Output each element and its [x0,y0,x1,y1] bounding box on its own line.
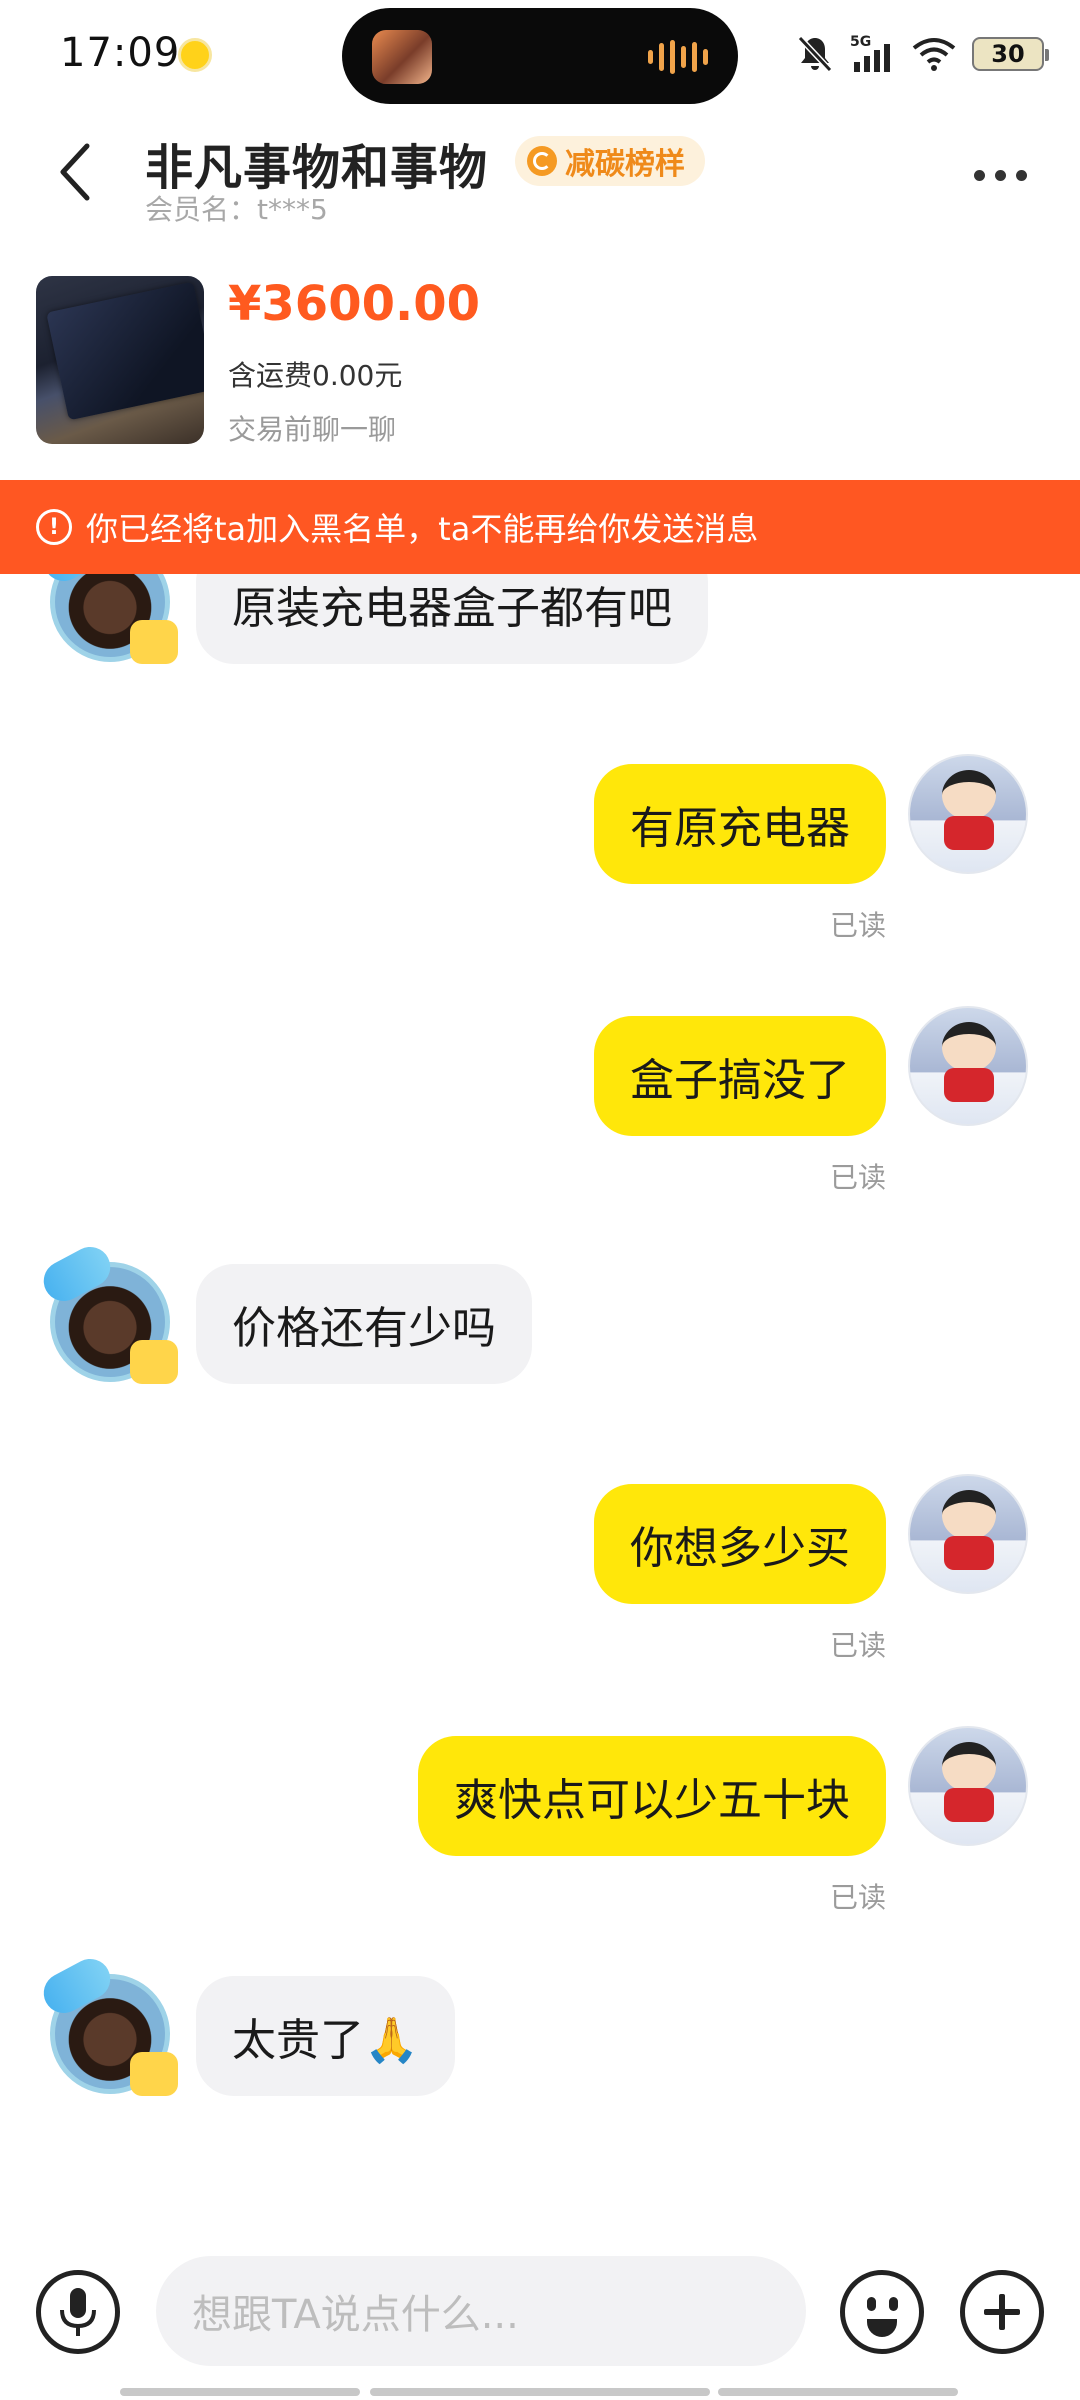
network-type: 5G [850,34,871,50]
product-price: ¥3600.00 [228,276,481,332]
member-name: 会员名：t***5 [145,193,328,226]
avatar[interactable] [36,1951,178,2102]
leaf-icon [527,146,557,176]
avatar-image [942,1022,996,1072]
avatar[interactable] [908,754,1028,874]
avatar[interactable] [908,1474,1028,1594]
avatar-image [942,1742,996,1792]
chevron-left-icon [60,143,90,201]
signal-icon: 5G [850,34,890,72]
microphone-icon [60,2288,96,2336]
avatar[interactable] [36,1239,178,1390]
dot-icon [1015,169,1027,181]
read-status: 已读 [829,1161,886,1194]
message-input[interactable]: 想跟TA说点什么... [156,2256,806,2366]
avatar-image [944,1788,994,1822]
read-status: 已读 [829,1629,886,1662]
voice-button[interactable] [36,2270,120,2354]
message-bubble[interactable]: 价格还有少吗 [196,1264,532,1384]
add-button[interactable] [960,2270,1044,2354]
product-image[interactable] [36,276,204,444]
avatar[interactable] [908,1726,1028,1846]
message-list[interactable]: 原装充电器盒子都有吧 有原充电器 已读 盒子搞没了 已读 价格还有少吗 你想多少… [0,574,1080,2224]
message-bubble[interactable]: 原装充电器盒子都有吧 [196,574,708,664]
read-status: 已读 [829,909,886,942]
avatar-frame-icon [130,2052,178,2096]
input-bar: 想跟TA说点什么... [0,2240,1080,2380]
avatar-frame-icon [130,620,178,664]
gesture-bar[interactable] [718,2388,958,2396]
product-card[interactable]: ¥3600.00 含运费0.00元 交易前聊一聊 [0,262,1080,462]
emoji-button[interactable] [840,2270,924,2354]
warning-icon: ! [36,509,72,545]
carbon-badge-label: 减碳榜样 [565,147,685,182]
emoji-icon [867,2297,876,2311]
gesture-bar[interactable] [370,2388,710,2396]
album-thumbnail [372,30,432,84]
gesture-bar[interactable] [120,2388,360,2396]
blacklist-banner: ! 你已经将ta加入黑名单，ta不能再给你发送消息 [0,480,1080,574]
dynamic-island[interactable] [342,8,738,104]
emoji-icon [889,2297,898,2311]
avatar-frame-icon [130,1340,178,1384]
product-shipping: 含运费0.00元 [228,359,403,392]
avatar-image [942,1490,996,1540]
avatar-image [944,1536,994,1570]
avatar-image [942,770,996,820]
avatar[interactable] [36,574,178,670]
status-time: 17:09 [60,30,181,76]
more-options-button[interactable] [960,150,1040,200]
wifi-icon [912,38,956,71]
message-bubble[interactable]: 盒子搞没了 [594,1016,886,1136]
mute-icon [797,35,833,73]
chat-header: 非凡事物和事物 减碳榜样 会员名：t***5 [0,110,1080,240]
emoji-icon [867,2319,897,2337]
message-bubble[interactable]: 你想多少买 [594,1484,886,1604]
message-bubble[interactable]: 爽快点可以少五十块 [418,1736,886,1856]
battery-icon: 30 [972,37,1049,71]
avatar-image [944,816,994,850]
message-bubble[interactable]: 太贵了🙏 [196,1976,455,2096]
read-status: 已读 [829,1881,886,1914]
blacklist-notice: 你已经将ta加入黑名单，ta不能再给你发送消息 [86,510,759,548]
battery-level: 30 [991,40,1025,68]
dot-icon [994,169,1006,181]
carbon-badge[interactable]: 减碳榜样 [515,136,705,186]
avatar[interactable] [908,1006,1028,1126]
back-button[interactable] [40,130,110,214]
message-bubble[interactable]: 有原充电器 [594,764,886,884]
audio-wave-icon [648,40,708,74]
status-indicators: 5G 30 [796,30,1049,78]
avatar-image [944,1068,994,1102]
product-chat-hint: 交易前聊一聊 [228,413,397,446]
status-bar: 17:09 5G 30 [0,0,1080,110]
dot-icon [973,169,985,181]
qq-music-icon [178,38,212,72]
